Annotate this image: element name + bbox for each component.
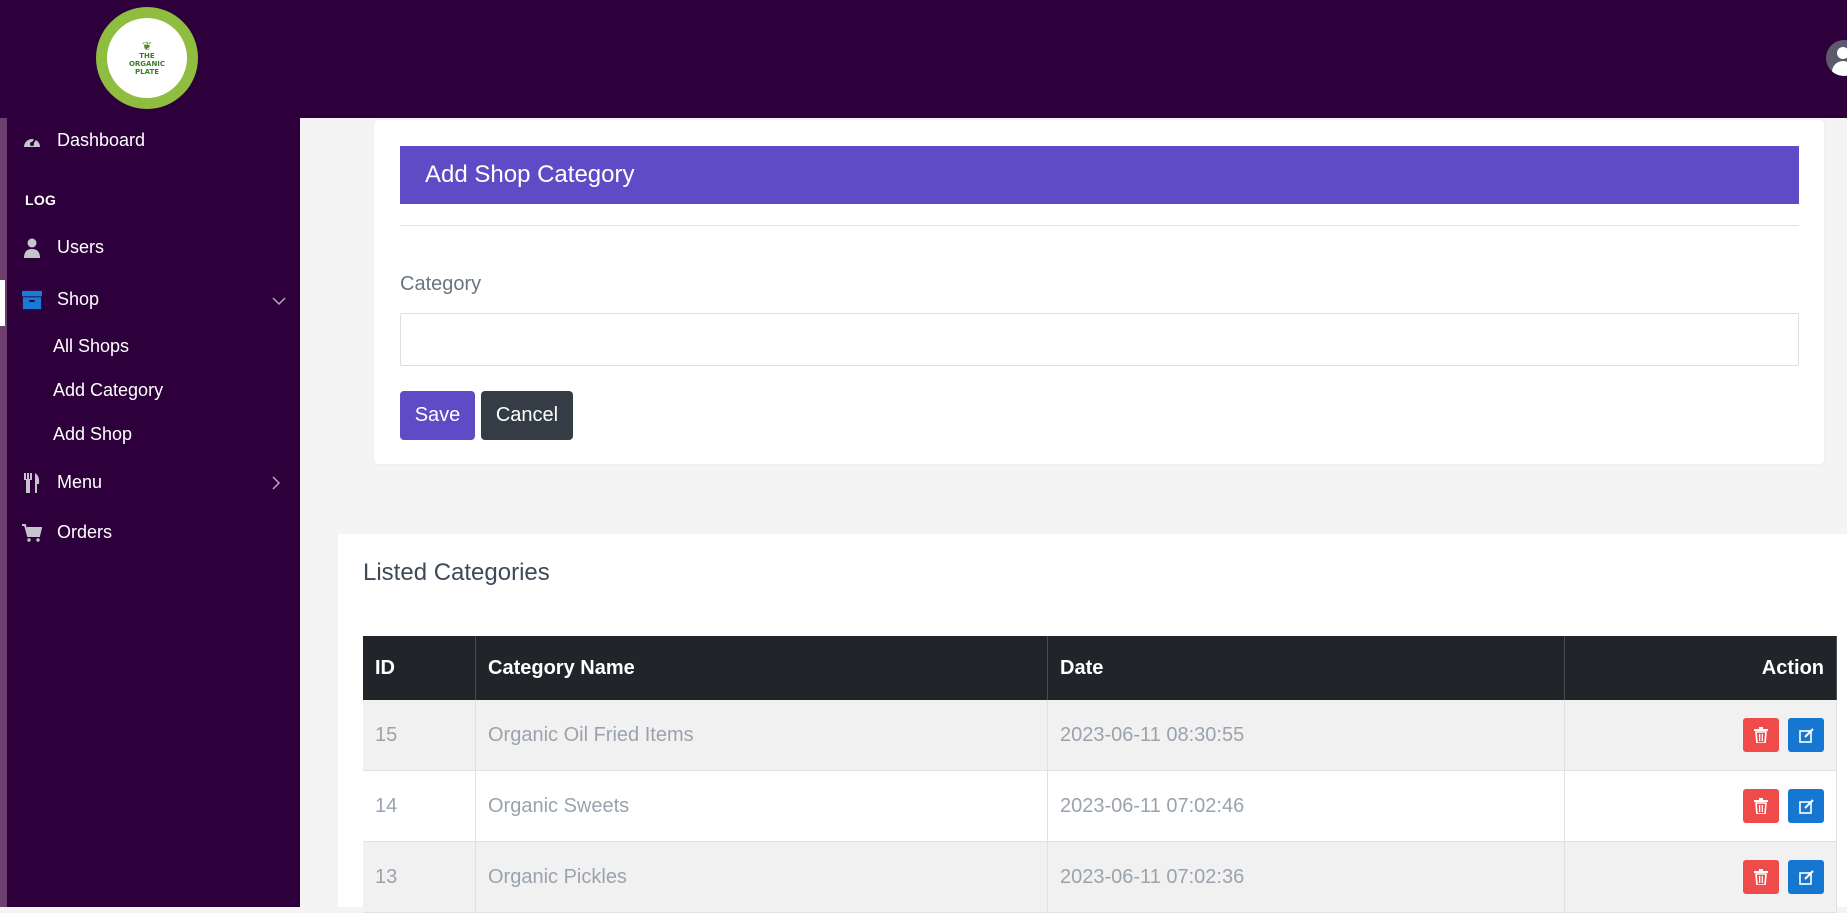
sidebar-item-menu[interactable]: Menu — [22, 472, 102, 493]
column-header-name: Category Name — [475, 636, 1048, 700]
edit-icon — [1798, 798, 1814, 814]
column-header-action: Action — [1564, 636, 1837, 700]
delete-button[interactable] — [1743, 789, 1779, 823]
table-row: 13 Organic Pickles 2023-06-11 07:02:36 — [363, 841, 1837, 913]
trash-icon — [1754, 798, 1768, 814]
sidebar-item-orders[interactable]: Orders — [22, 522, 112, 543]
cell-id: 15 — [363, 700, 476, 771]
brand-logo[interactable]: ❦ THE ORGANIC PLATE — [96, 7, 198, 109]
sidebar-subitem-all-shops[interactable]: All Shops — [53, 336, 129, 357]
sidebar-item-label: Dashboard — [57, 130, 146, 150]
table-row: 15 Organic Oil Fried Items 2023-06-11 08… — [363, 700, 1837, 771]
cell-id: 13 — [363, 841, 476, 913]
edit-button[interactable] — [1788, 860, 1824, 894]
cell-id: 14 — [363, 770, 476, 842]
sidebar-subitem-add-shop[interactable]: Add Shop — [53, 424, 132, 445]
archive-box-icon — [22, 290, 42, 310]
categories-table: ID Category Name Date Action 15 Organic … — [363, 636, 1837, 913]
top-navbar: ❦ THE ORGANIC PLATE — [0, 0, 1847, 118]
divider — [400, 225, 1799, 226]
edit-button[interactable] — [1788, 718, 1824, 752]
cell-name: Organic Sweets — [475, 770, 1048, 842]
table-header-row: ID Category Name Date Action — [363, 636, 1837, 700]
avatar-body — [1832, 61, 1847, 76]
utensils-icon — [22, 472, 42, 493]
logo-line-1: THE — [139, 52, 155, 60]
leaf-icon: ❦ — [141, 39, 153, 53]
user-icon — [22, 238, 42, 258]
cancel-button[interactable]: Cancel — [481, 391, 573, 440]
cell-date: 2023-06-11 07:02:46 — [1047, 770, 1565, 842]
sidebar-item-shop[interactable]: Shop — [22, 289, 99, 310]
add-category-card: Add Shop Category Category Save Cancel — [374, 120, 1824, 464]
save-button[interactable]: Save — [400, 391, 475, 440]
sidebar-item-dashboard[interactable]: Dashboard — [22, 130, 145, 151]
logo-line-3: PLATE — [134, 68, 160, 76]
form-title: Add Shop Category — [400, 146, 1799, 204]
listing-title: Listed Categories — [363, 559, 550, 586]
listed-categories-card: Listed Categories ID Category Name Date … — [338, 534, 1847, 913]
sidebar-heading-log: LOG — [25, 192, 57, 208]
cell-date: 2023-06-11 07:02:36 — [1047, 841, 1565, 913]
category-label: Category — [400, 273, 482, 295]
delete-button[interactable] — [1743, 718, 1779, 752]
edit-button[interactable] — [1788, 789, 1824, 823]
cell-actions — [1564, 841, 1837, 913]
sidebar-item-label: Users — [57, 237, 105, 257]
delete-button[interactable] — [1743, 860, 1779, 894]
cell-actions — [1564, 700, 1837, 771]
logo-badge: ❦ THE ORGANIC PLATE — [107, 18, 187, 98]
cell-name: Organic Pickles — [475, 841, 1048, 913]
trash-icon — [1754, 869, 1768, 885]
sidebar-subitem-add-category[interactable]: Add Category — [53, 380, 163, 401]
cell-date: 2023-06-11 08:30:55 — [1047, 700, 1565, 771]
gauge-icon — [22, 131, 42, 151]
sidebar-item-label: Menu — [57, 472, 103, 492]
cell-actions — [1564, 770, 1837, 842]
active-indicator — [0, 280, 5, 326]
column-header-id: ID — [363, 636, 476, 700]
logo-line-2: ORGANIC — [128, 60, 166, 68]
category-input[interactable] — [400, 313, 1799, 366]
chevron-down-icon[interactable] — [272, 294, 286, 309]
cart-icon — [22, 523, 42, 543]
user-avatar[interactable] — [1826, 40, 1847, 76]
sidebar: Dashboard LOG Users Shop All Shops Add C… — [0, 118, 300, 907]
table-row: 14 Organic Sweets 2023-06-11 07:02:46 — [363, 770, 1837, 842]
avatar-head — [1837, 47, 1847, 59]
sidebar-item-users[interactable]: Users — [22, 237, 104, 258]
sidebar-item-label: Orders — [57, 522, 113, 542]
trash-icon — [1754, 727, 1768, 743]
column-header-date: Date — [1047, 636, 1565, 700]
chevron-right-icon[interactable] — [272, 476, 281, 493]
sidebar-item-label: Shop — [57, 289, 100, 309]
cell-name: Organic Oil Fried Items — [475, 700, 1048, 771]
edit-icon — [1798, 727, 1814, 743]
edit-icon — [1798, 869, 1814, 885]
